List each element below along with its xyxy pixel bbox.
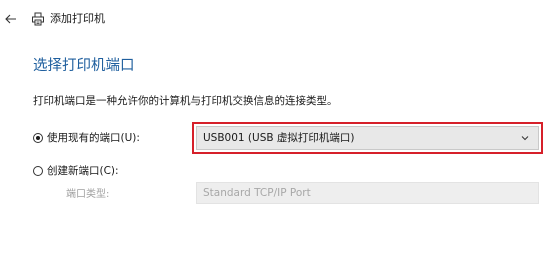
back-button[interactable] <box>3 11 19 27</box>
port-type-label: 端口类型: <box>66 189 110 200</box>
port-type-dropdown: Standard TCP/IP Port <box>196 182 539 204</box>
window-title: 添加打印机 <box>50 12 105 25</box>
use-existing-port-radio[interactable] <box>33 133 43 143</box>
use-existing-port-label: 使用现有的端口(U): <box>47 132 140 144</box>
page-heading: 选择打印机端口 <box>33 58 135 74</box>
chevron-down-icon <box>521 136 529 141</box>
existing-port-value: USB001 (USB 虚拟打印机端口) <box>203 132 355 144</box>
create-new-port-option[interactable]: 创建新端口(C): <box>33 164 119 178</box>
create-new-port-label: 创建新端口(C): <box>47 165 119 177</box>
back-arrow-icon <box>5 14 16 24</box>
use-existing-port-option[interactable]: 使用现有的端口(U): <box>33 131 140 145</box>
printer-icon <box>32 12 44 26</box>
port-type-value: Standard TCP/IP Port <box>203 187 311 199</box>
title-bar: 添加打印机 <box>0 0 549 40</box>
page-description: 打印机端口是一种允许你的计算机与打印机交换信息的连接类型。 <box>33 95 338 107</box>
create-new-port-radio[interactable] <box>33 166 43 176</box>
existing-port-dropdown[interactable]: USB001 (USB 虚拟打印机端口) <box>196 126 539 150</box>
